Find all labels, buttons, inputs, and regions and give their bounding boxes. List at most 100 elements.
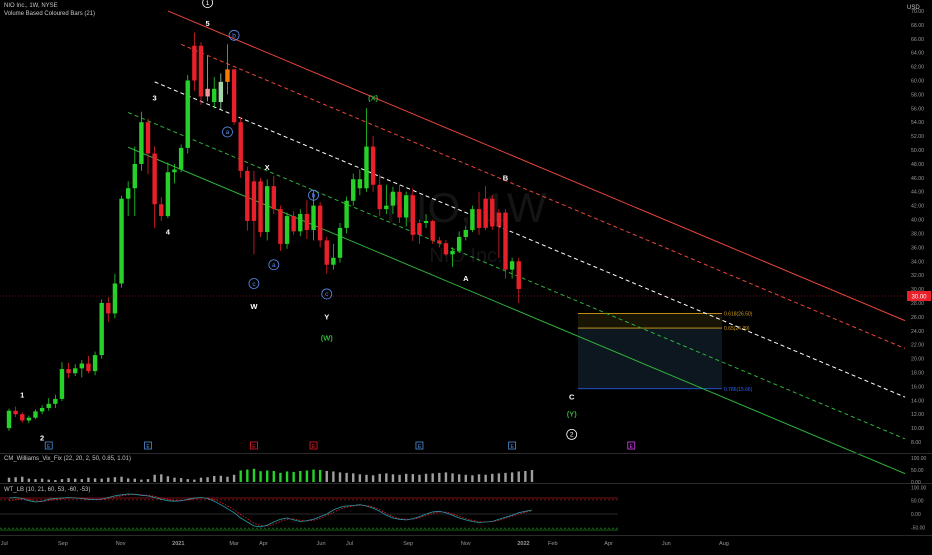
candle-body xyxy=(410,195,416,235)
candle-body xyxy=(483,198,488,228)
vix-fix-bar xyxy=(265,470,269,482)
candle-body xyxy=(238,122,243,171)
price-tick-label: 48.00 xyxy=(911,162,924,168)
time-tick-label: Nov xyxy=(116,541,126,547)
fib-level-label: 0.786(15.66) xyxy=(724,387,753,393)
wave-label: a xyxy=(272,262,276,269)
candle-body xyxy=(53,398,58,404)
candle-body xyxy=(26,417,32,421)
vix-fix-bar xyxy=(173,477,176,482)
candle-body xyxy=(331,257,336,265)
vix-fix-bar xyxy=(457,474,461,482)
candle-body xyxy=(284,216,290,244)
indicator-legend: Volume Based Coloured Bars (21) xyxy=(4,11,96,17)
candle-body xyxy=(112,283,118,314)
vix-fix-bar xyxy=(504,472,507,482)
last-price-value: 30.00 xyxy=(911,295,927,301)
vix-fix-bar xyxy=(213,476,216,482)
vix-fix-bar xyxy=(179,478,183,482)
price-tick-label: 22.00 xyxy=(911,343,924,349)
candle-body xyxy=(165,172,171,217)
candle-body xyxy=(185,80,190,148)
candle-body xyxy=(377,184,382,210)
wave-label: 1 xyxy=(206,0,210,7)
candle-body xyxy=(430,220,435,241)
time-tick-label: Apr xyxy=(259,541,268,547)
fib-zone xyxy=(578,328,722,389)
chart-canvas[interactable]: NIO, 1W NIO Inc. 0.618(26.50)0.65(24.39)… xyxy=(0,0,932,550)
vix-fix-bar xyxy=(21,476,24,482)
candle-body xyxy=(317,205,323,241)
price-tick-label: 16.00 xyxy=(911,384,924,390)
vix-fix-bar xyxy=(232,474,236,482)
wave-label: W xyxy=(250,302,258,311)
candle-body xyxy=(456,236,462,251)
vix-fix-bar xyxy=(312,469,315,482)
vix-fix-bar xyxy=(186,479,189,482)
vix-fix-bar xyxy=(418,474,421,482)
wave-label: 2 xyxy=(570,432,574,439)
vix-fix-bar xyxy=(93,478,97,482)
vix-fix-tick-label: 50.00 xyxy=(911,468,924,474)
candle-body xyxy=(218,81,224,103)
vix-fix-bar xyxy=(74,478,77,482)
candle-body xyxy=(231,69,237,123)
price-tick-label: 24.00 xyxy=(911,329,924,335)
price-tick-label: 44.00 xyxy=(911,190,924,196)
candle-body xyxy=(390,191,396,206)
price-tick-label: 12.00 xyxy=(911,412,924,418)
candle-body xyxy=(470,209,475,230)
vix-fix-bar xyxy=(67,478,70,482)
vix-fix-bar xyxy=(524,470,527,482)
vix-fix-bar xyxy=(133,478,136,482)
candle-body xyxy=(324,240,329,265)
candle-body xyxy=(476,209,482,228)
candle-body xyxy=(404,195,409,218)
vix-fix-bar xyxy=(358,474,362,482)
wave-label: Y xyxy=(324,312,329,321)
vix-fix-bar xyxy=(391,474,395,482)
candle-body xyxy=(198,45,204,97)
price-tick-label: 62.00 xyxy=(911,65,924,71)
vix-fix-bar xyxy=(252,468,256,482)
candle-body xyxy=(344,200,349,228)
candle-body xyxy=(311,205,316,230)
candle-body xyxy=(364,146,369,189)
chart-title: NIO Inc., 1W, NYSE xyxy=(4,3,58,9)
candle-body xyxy=(298,213,303,232)
vix-fix-bar xyxy=(54,480,57,482)
candle-body xyxy=(450,250,455,255)
vix-fix-bar xyxy=(47,479,50,482)
candle-body xyxy=(370,146,376,185)
time-tick-label: Sep xyxy=(403,541,413,547)
candle-body xyxy=(46,403,51,408)
candle-body xyxy=(145,122,151,154)
vix-fix-bar xyxy=(438,472,441,482)
wt-tick-label: 50.00 xyxy=(911,499,924,505)
price-tick-label: 66.00 xyxy=(911,37,924,43)
vix-fix-bar xyxy=(146,479,150,482)
candle-body xyxy=(178,147,184,170)
wave-label: 1 xyxy=(20,390,24,399)
candle-body xyxy=(251,181,257,221)
price-tick-label: 34.00 xyxy=(911,259,924,265)
candle-body xyxy=(33,411,38,418)
time-tick-label: Mar xyxy=(229,541,239,547)
wave-label: b xyxy=(232,33,236,40)
candle-body xyxy=(384,205,389,210)
candle-body xyxy=(92,355,98,372)
vix-fix-bar xyxy=(226,476,229,482)
candle-body xyxy=(351,179,356,201)
candle-body xyxy=(73,368,78,374)
wave-label: (W) xyxy=(321,333,334,342)
vix-fix-bar xyxy=(405,473,408,482)
wave-label: (X) xyxy=(368,93,379,102)
candle-body xyxy=(106,302,111,314)
vix-fix-bar xyxy=(332,471,335,482)
candle-body xyxy=(397,191,402,218)
price-tick-label: 26.00 xyxy=(911,315,924,321)
vix-fix-bar xyxy=(100,478,103,482)
vix-fix-bar xyxy=(424,473,428,482)
candle-body xyxy=(443,243,449,255)
candle-body xyxy=(337,227,343,258)
